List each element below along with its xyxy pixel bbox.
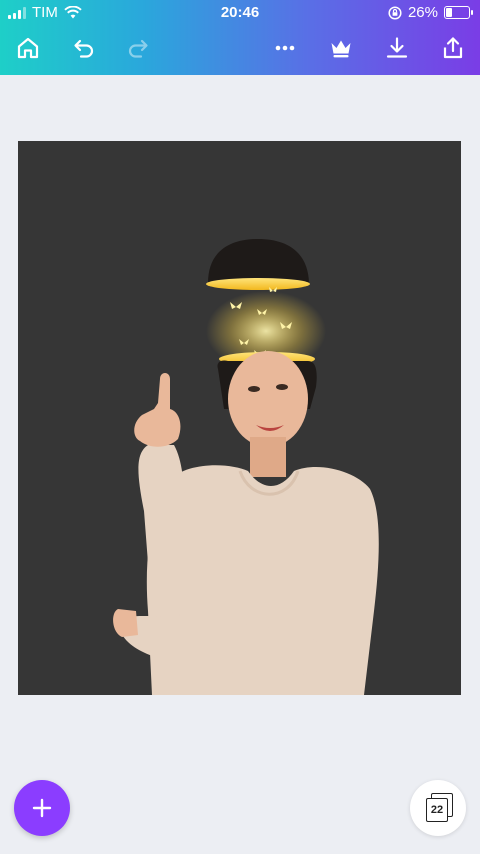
editor-toolbar (0, 28, 480, 68)
premium-button[interactable] (325, 32, 357, 64)
crown-icon (331, 40, 351, 58)
share-icon (443, 37, 463, 59)
home-button[interactable] (12, 32, 44, 64)
undo-icon (74, 39, 94, 58)
battery-icon (444, 6, 473, 19)
redo-button[interactable] (122, 32, 154, 64)
top-bar: TIM 20:46 26% (0, 0, 480, 75)
home-icon (17, 37, 39, 59)
add-element-button[interactable] (14, 780, 70, 836)
pages-button[interactable]: 22 (410, 780, 466, 836)
design-image[interactable] (18, 141, 461, 695)
redo-icon (128, 39, 148, 58)
status-bar: TIM 20:46 26% (0, 0, 480, 26)
page-count: 22 (426, 798, 448, 822)
pages-icon: 22 (426, 793, 453, 822)
share-button[interactable] (437, 32, 469, 64)
download-icon (386, 37, 408, 58)
more-icon (275, 45, 295, 51)
design-canvas[interactable] (18, 141, 461, 695)
download-button[interactable] (381, 32, 413, 64)
more-options-button[interactable] (269, 32, 301, 64)
undo-button[interactable] (68, 32, 100, 64)
battery-percent: 26% (407, 4, 438, 21)
orientation-lock-icon (388, 5, 402, 20)
plus-icon (32, 798, 52, 818)
